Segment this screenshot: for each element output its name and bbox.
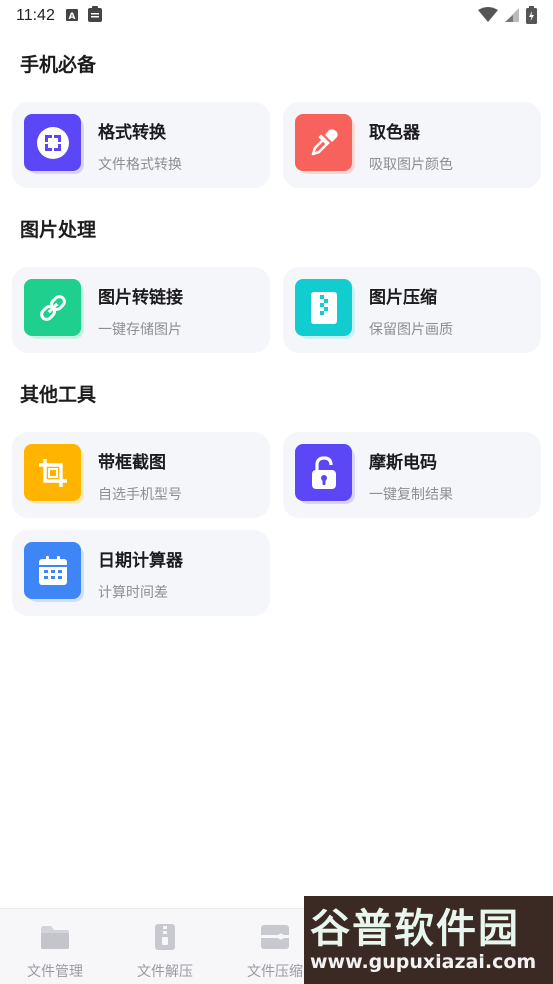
lock-icon [295, 444, 352, 501]
tool-subtitle: 计算时间差 [98, 585, 168, 601]
tool-icon-wrap [24, 542, 84, 604]
tool-subtitle: 自选手机型号 [98, 487, 182, 503]
eyedropper-icon [295, 114, 352, 171]
status-time: 11:42 [16, 7, 55, 24]
svg-text:A: A [68, 12, 75, 22]
tool-card-date-calculator[interactable]: 日期计算器 计算时间差 [12, 530, 270, 616]
tool-subtitle: 一键存储图片 [98, 322, 182, 338]
calendar-icon [24, 542, 81, 599]
tool-title: 图片压缩 [369, 288, 437, 308]
watermark-url: www.gupuxiazai.com [310, 951, 537, 973]
tool-title: 图片转链接 [98, 288, 183, 308]
format-convert-icon [24, 114, 81, 171]
wifi-icon [478, 7, 498, 27]
zip-icon [295, 279, 352, 336]
tool-title: 格式转换 [98, 123, 166, 143]
archive-icon [149, 923, 181, 951]
tab-label: 文件管理 [27, 964, 83, 980]
tool-icon-wrap [295, 114, 355, 176]
watermark-title: 谷普软件园 [310, 906, 520, 952]
compress-icon [259, 923, 291, 951]
link-icon [24, 279, 81, 336]
tab-file-manager[interactable]: 文件管理 [0, 909, 110, 984]
section-title: 图片处理 [20, 219, 97, 241]
watermark: 谷普软件园 www.gupuxiazai.com [304, 896, 553, 984]
keyboard-notification-icon: A [65, 7, 79, 26]
status-bar: 11:42 A [0, 0, 553, 32]
tool-title: 取色器 [369, 123, 420, 143]
tool-subtitle: 一键复制结果 [369, 487, 453, 503]
battery-icon [526, 6, 537, 28]
clipboard-notification-icon [87, 5, 103, 27]
signal-icon [504, 7, 520, 27]
tool-title: 日期计算器 [98, 551, 183, 571]
tab-label: 文件压缩 [247, 964, 303, 980]
tool-card-color-picker[interactable]: 取色器 吸取图片颜色 [283, 102, 541, 188]
tool-subtitle: 吸取图片颜色 [369, 157, 453, 173]
tool-title: 带框截图 [98, 453, 166, 473]
tool-icon-wrap [24, 444, 84, 506]
tool-icon-wrap [295, 279, 355, 341]
tool-card-format-convert[interactable]: 格式转换 文件格式转换 [12, 102, 270, 188]
crop-icon [24, 444, 81, 501]
tool-icon-wrap [295, 444, 355, 506]
tool-title: 摩斯电码 [369, 453, 437, 473]
tool-subtitle: 文件格式转换 [98, 157, 182, 173]
tab-label: 文件解压 [137, 964, 193, 980]
tool-card-frame-screenshot[interactable]: 带框截图 自选手机型号 [12, 432, 270, 518]
section-title: 其他工具 [20, 384, 97, 406]
tab-file-extract[interactable]: 文件解压 [110, 909, 220, 984]
folder-icon [39, 923, 71, 951]
section-title: 手机必备 [20, 54, 97, 76]
tool-card-image-compress[interactable]: 图片压缩 保留图片画质 [283, 267, 541, 353]
tool-card-morse-code[interactable]: 摩斯电码 一键复制结果 [283, 432, 541, 518]
tool-icon-wrap [24, 114, 84, 176]
tool-icon-wrap [24, 279, 84, 341]
tool-subtitle: 保留图片画质 [369, 322, 453, 338]
tool-card-image-to-link[interactable]: 图片转链接 一键存储图片 [12, 267, 270, 353]
